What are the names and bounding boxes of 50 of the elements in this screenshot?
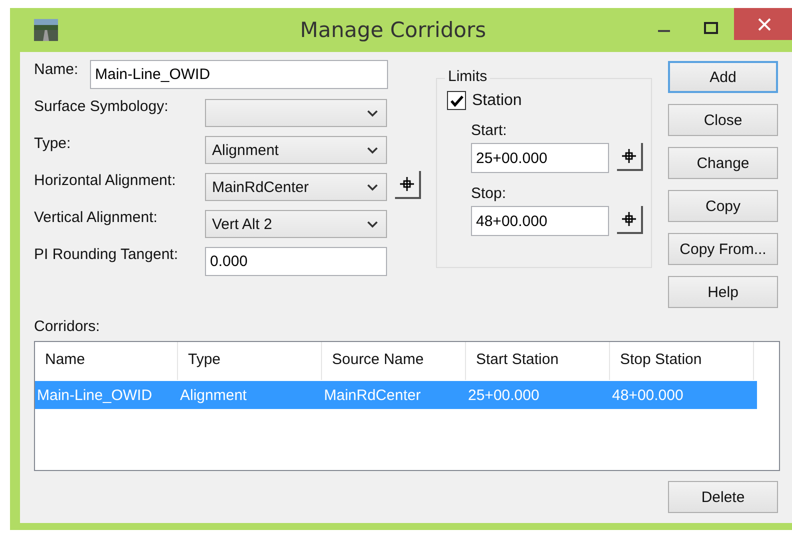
chevron-down-icon	[367, 146, 378, 154]
field-label: Stop:	[471, 185, 508, 202]
column-header[interactable]: Type	[178, 342, 322, 380]
list-cell-text: Main-Line_OWID	[36, 386, 154, 404]
text-field[interactable]: 25+00.000	[471, 143, 609, 173]
list-cell-text: 48+00.000	[611, 386, 684, 404]
close-button[interactable]	[734, 8, 792, 40]
dialog-button[interactable]: Change	[668, 147, 778, 179]
checkbox[interactable]	[447, 91, 466, 110]
crosshair-icon	[400, 177, 414, 191]
chevron-down-icon	[367, 184, 378, 190]
chevron-down-icon	[367, 110, 378, 116]
dropdown[interactable]: Vert Alt 2	[205, 210, 387, 238]
field-label: Horizontal Alignment:	[34, 171, 177, 189]
dialog-button[interactable]: Add	[668, 61, 778, 93]
crosshair-icon	[622, 212, 636, 226]
column-header[interactable]: Source Name	[322, 342, 466, 380]
text-field[interactable]: 48+00.000	[471, 206, 609, 236]
field-label: Name:	[34, 60, 80, 78]
dialog-button[interactable]: Close	[668, 104, 778, 136]
column-header[interactable]: Name	[35, 342, 178, 380]
check-icon	[450, 94, 464, 106]
field-label: Surface Symbology:	[34, 97, 170, 115]
column-header[interactable]: Start Station	[466, 342, 610, 380]
crosshair-icon	[622, 149, 636, 163]
list-label: Corridors:	[34, 318, 101, 335]
delete-button[interactable]: Delete	[668, 481, 778, 513]
column-header[interactable]: Stop Station	[610, 342, 754, 380]
list-cell-text: 25+00.000	[467, 386, 540, 404]
dialog-button[interactable]: Help	[668, 276, 778, 308]
dropdown[interactable]: MainRdCenter	[205, 173, 387, 201]
dialog-button[interactable]: Copy	[668, 190, 778, 222]
window-title: Manage Corridors	[300, 18, 486, 42]
field-label: PI Rounding Tangent:	[34, 245, 180, 263]
list-cell-text: Alignment	[179, 386, 248, 404]
list-cell-text: MainRdCenter	[323, 386, 422, 404]
maximize-icon	[704, 22, 718, 34]
text-field[interactable]: 0.000	[205, 247, 387, 276]
dialog-button[interactable]: Copy From...	[668, 233, 778, 265]
text-field[interactable]: Main-Line_OWID	[90, 60, 388, 89]
field-label: Start:	[471, 122, 508, 139]
checkbox-label: Station	[472, 92, 522, 110]
close-icon	[758, 18, 770, 30]
chevron-down-icon	[367, 220, 378, 228]
field-label: Type:	[34, 134, 72, 152]
maximize-button[interactable]	[704, 22, 718, 34]
minimize-icon	[658, 30, 670, 32]
road-icon	[34, 19, 58, 41]
dropdown[interactable]: Alignment	[205, 136, 387, 164]
field-label: Vertical Alignment:	[34, 208, 158, 226]
